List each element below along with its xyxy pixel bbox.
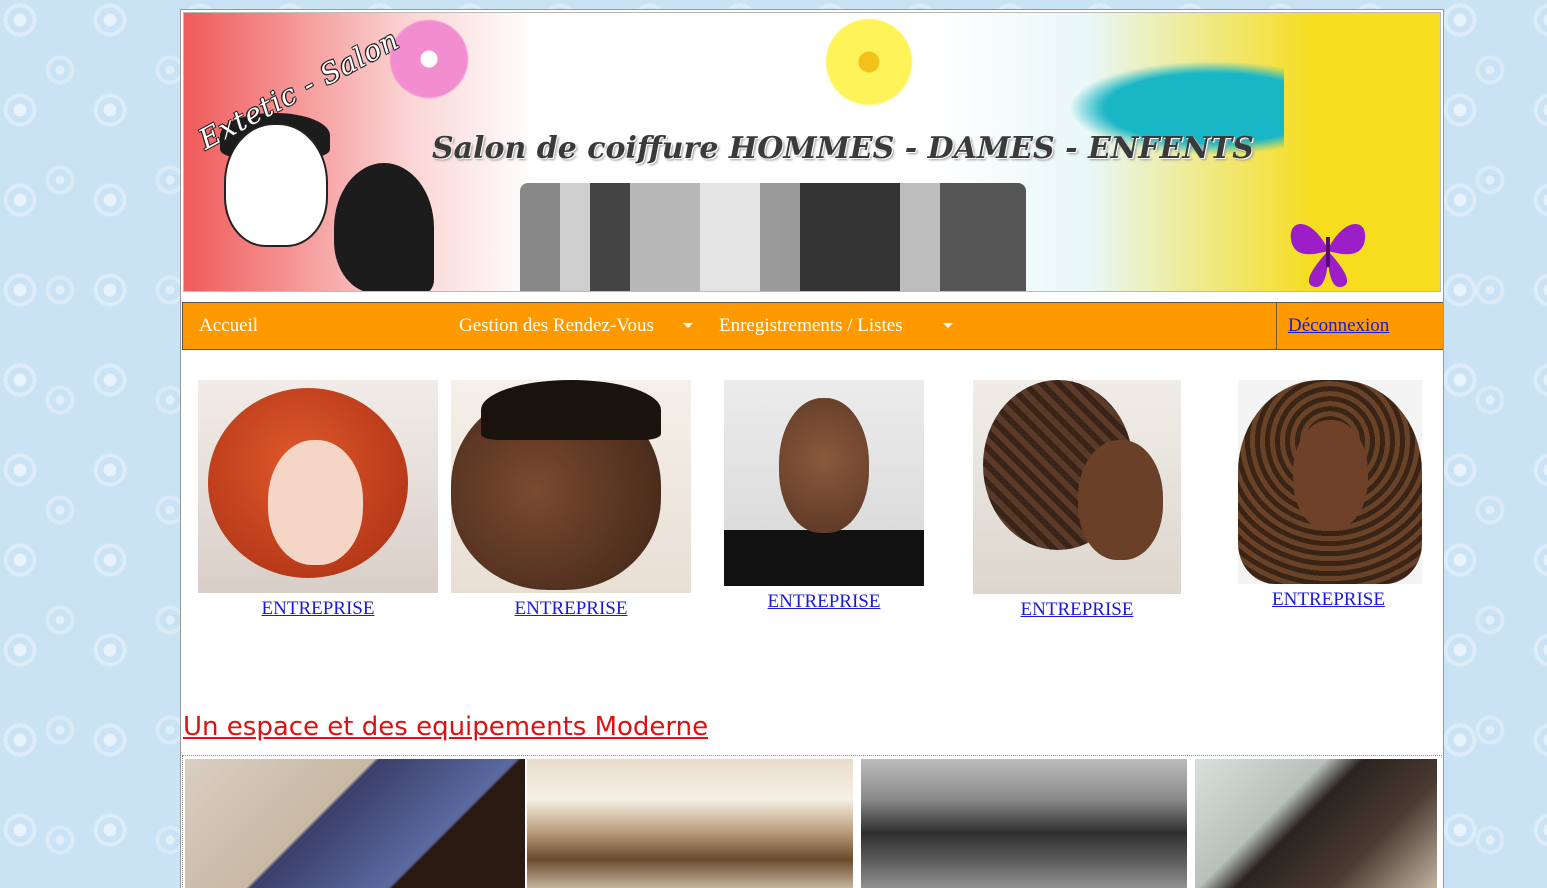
gallery-link[interactable]: ENTREPRISE <box>973 599 1181 621</box>
chevron-down-icon[interactable] <box>683 323 693 328</box>
gallery-photo[interactable] <box>1238 380 1422 584</box>
gallery-photo[interactable] <box>973 380 1181 594</box>
section-title: Un espace et des equipements Moderne <box>183 712 709 742</box>
face-illustration <box>224 123 328 247</box>
main-navigation: Accueil Gestion des Rendez-Vous Enregist… <box>182 302 1443 350</box>
gallery-photo[interactable] <box>198 380 438 593</box>
equipment-gallery <box>182 755 1443 888</box>
gallery-card: ENTREPRISE <box>973 380 1181 632</box>
chevron-down-icon[interactable] <box>943 323 953 328</box>
banner-title: Salon de coiffure HOMMES - DAMES - ENFEN… <box>432 131 1254 166</box>
equipment-photo <box>527 759 853 888</box>
page-container: Extetic - Salon Salon de coiffure HOMMES… <box>180 9 1444 888</box>
hair-tools-illustration <box>520 183 1026 291</box>
butterfly-icon <box>1290 224 1366 288</box>
logout-link[interactable]: Déconnexion <box>1288 303 1389 349</box>
gallery-card: ENTREPRISE <box>724 380 924 625</box>
equipment-photo <box>185 759 525 888</box>
nav-records[interactable]: Enregistrements / Listes <box>719 303 903 349</box>
flower-decoration <box>824 17 914 107</box>
flower-decoration <box>389 19 469 99</box>
gallery-link[interactable]: ENTREPRISE <box>198 598 438 620</box>
gallery-photo[interactable] <box>451 380 691 593</box>
gallery-link[interactable]: ENTREPRISE <box>724 591 924 613</box>
nav-appointments[interactable]: Gestion des Rendez-Vous <box>459 303 654 349</box>
gallery-link[interactable]: ENTREPRISE <box>451 598 691 620</box>
equipment-photo <box>861 759 1187 888</box>
gallery-link[interactable]: ENTREPRISE <box>1226 589 1431 611</box>
hair-illustration <box>334 163 434 291</box>
gallery-card: ENTREPRISE <box>1226 380 1431 625</box>
nav-divider <box>1276 303 1277 349</box>
header-banner: Extetic - Salon Salon de coiffure HOMMES… <box>183 12 1441 292</box>
nav-home[interactable]: Accueil <box>199 303 258 349</box>
gallery-photo[interactable] <box>724 380 924 586</box>
gallery-card: ENTREPRISE <box>198 380 438 630</box>
equipment-photo <box>1195 759 1437 888</box>
gallery-card: ENTREPRISE <box>451 380 691 630</box>
